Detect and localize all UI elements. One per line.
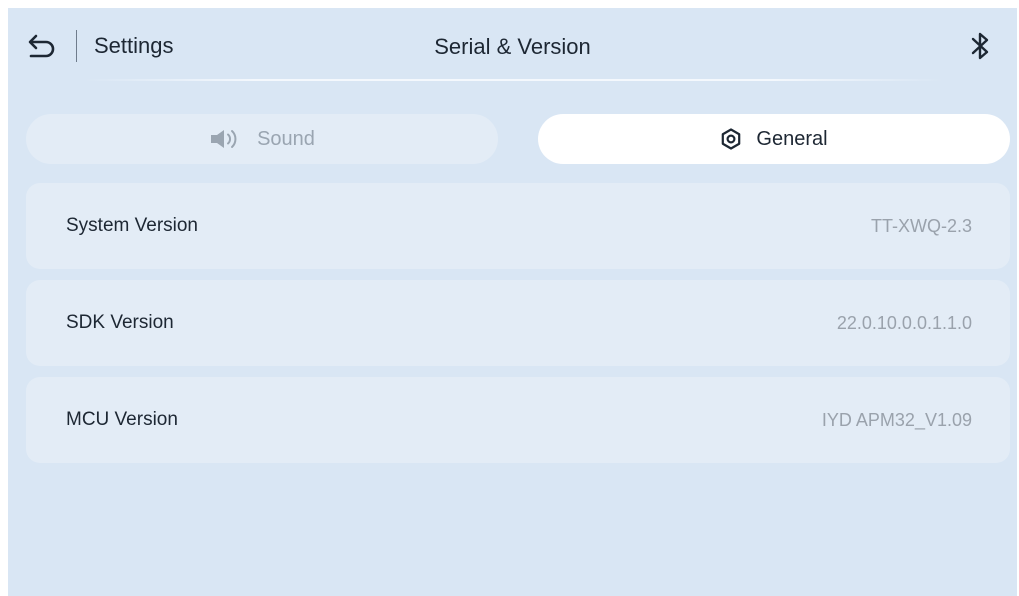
back-arrow-icon [28,34,55,58]
speaker-icon [209,127,243,151]
settings-screen: Settings Serial & Version Sound General … [8,8,1017,596]
info-value: TT-XWQ-2.3 [870,216,972,236]
header-underline [84,79,944,81]
tab-bar: Sound General [26,114,1010,164]
header-divider [76,30,77,62]
tab-sound[interactable]: Sound [26,114,498,164]
info-value: 22.0.10.0.0.1.1.0 [836,313,972,333]
header-bar: Settings Serial & Version [8,8,1017,84]
info-label: MCU Version [66,409,178,430]
info-list: System Version TT-XWQ-2.3 SDK Version 22… [26,183,1010,474]
info-row-sdk-version: SDK Version 22.0.10.0.0.1.1.0 [26,280,1010,366]
info-value: IYD APM32_V1.09 [821,410,972,430]
info-row-system-version: System Version TT-XWQ-2.3 [26,183,1010,269]
info-label: System Version [66,215,198,236]
back-button[interactable] [24,28,60,64]
tab-sound-label: Sound [257,127,315,150]
bluetooth-button[interactable] [963,28,999,64]
info-label: SDK Version [66,312,174,333]
tab-general[interactable]: General [538,114,1010,164]
bluetooth-icon [971,32,989,60]
settings-back-label[interactable]: Settings [94,32,174,60]
info-row-mcu-version: MCU Version IYD APM32_V1.09 [26,377,1010,463]
gear-icon [720,128,742,150]
tab-general-label: General [756,127,828,150]
